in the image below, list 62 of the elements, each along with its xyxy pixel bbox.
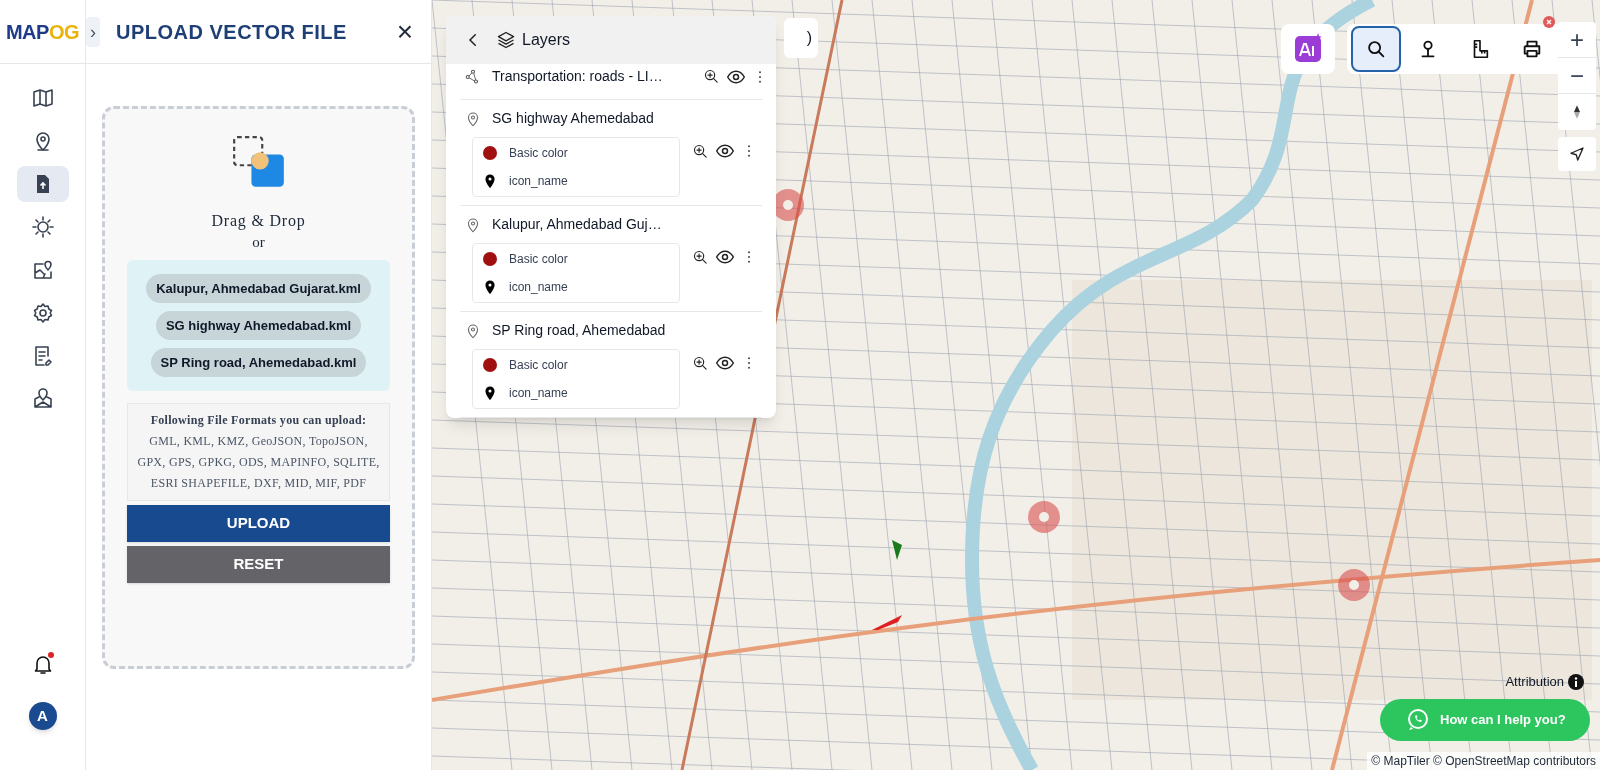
zoom-in-icon[interactable] xyxy=(703,68,720,85)
map-icon xyxy=(30,86,55,110)
attribution-label[interactable]: Attribution xyxy=(1505,672,1564,692)
locate-button[interactable] xyxy=(1558,137,1596,171)
eye-icon[interactable] xyxy=(715,247,735,267)
layer-name[interactable]: SP Ring road, Ahemedabad xyxy=(492,320,666,341)
layer-name[interactable]: Transportation: roads - LI… xyxy=(492,66,703,87)
marker-icon xyxy=(483,279,497,295)
color-label: Basic color xyxy=(509,251,568,268)
reset-button[interactable]: RESET xyxy=(127,545,390,583)
highlighted-area xyxy=(892,540,902,560)
file-chip: Kalupur, Ahmedabad Gujarat.kml xyxy=(146,273,371,303)
color-label: Basic color xyxy=(509,357,568,374)
print-icon xyxy=(1521,38,1543,60)
zoom-in-icon[interactable] xyxy=(692,248,709,266)
info-icon[interactable] xyxy=(1568,673,1584,690)
panel-title: UPLOAD VECTOR FILE xyxy=(116,19,348,45)
zoom-in-icon[interactable] xyxy=(692,142,709,160)
upload-button[interactable]: UPLOAD xyxy=(127,504,390,542)
more-options-icon[interactable] xyxy=(747,250,751,264)
zoom-in-icon[interactable] xyxy=(692,354,709,372)
more-options-icon[interactable] xyxy=(758,69,762,84)
search-icon xyxy=(1365,38,1387,60)
formats-heading: Following File Formats you can upload: xyxy=(149,411,368,429)
sidebar-item[interactable] xyxy=(16,166,69,202)
layers-title: Layers xyxy=(522,30,571,50)
marker-icon xyxy=(483,385,497,401)
zoom-in-button[interactable]: + xyxy=(1558,22,1596,58)
icon-name-label: icon_name xyxy=(509,385,568,402)
expand-button[interactable]: › xyxy=(86,16,100,47)
search-tool-button[interactable] xyxy=(1351,26,1401,72)
more-options-icon[interactable] xyxy=(747,144,751,158)
mapog-logo: MAPOG xyxy=(0,0,85,64)
drop-zone[interactable] xyxy=(102,106,415,669)
layer-name[interactable]: Kalupur, Ahmedabad Guj… xyxy=(492,214,662,235)
eye-icon[interactable] xyxy=(715,141,735,161)
user-avatar[interactable]: A xyxy=(28,702,57,730)
map-credits: © MapTiler © OpenStreetMap contributors xyxy=(1367,752,1600,770)
layer-name[interactable]: SG highway Ahemedabad xyxy=(492,108,654,129)
ai-assistant-icon[interactable] xyxy=(1281,24,1335,74)
file-chip: SG highway Ahemedabad.kml xyxy=(155,310,362,340)
more-options-icon[interactable] xyxy=(747,356,751,370)
icon-name-label: icon_name xyxy=(509,173,568,190)
chat-bubble-icon xyxy=(1406,708,1430,732)
drag-drop-icon xyxy=(231,135,286,189)
map-marker[interactable] xyxy=(1028,501,1060,533)
icon-name-label: icon_name xyxy=(509,279,568,296)
navigation-arrow-icon xyxy=(1568,145,1586,163)
file-chip: SP Ring road, Ahemedabad.kml xyxy=(150,347,367,377)
map-marker[interactable] xyxy=(1338,569,1370,601)
close-button[interactable]: × xyxy=(396,17,413,46)
sun-gear-icon xyxy=(30,215,55,239)
close-toolbar-icon[interactable] xyxy=(1543,16,1555,28)
marker-icon xyxy=(483,173,497,189)
formats-list: GML, KML, KMZ, GeoJSON, TopoJSON, GPX, GPS, GPKG, ODS, MAPINFO, SQLITE, ESRI SHAPEFILE, DXF, MID, MIF, PDF xyxy=(134,430,383,494)
drag-drop-text: Drag & Drop xyxy=(211,211,306,232)
zoom-out-button[interactable]: − xyxy=(1558,58,1596,94)
panel-toggle-button[interactable]: ) xyxy=(784,18,818,58)
color-label: Basic color xyxy=(509,145,568,162)
eye-icon[interactable] xyxy=(715,353,735,373)
layers-icon xyxy=(496,30,516,50)
or-text: or xyxy=(252,233,265,252)
